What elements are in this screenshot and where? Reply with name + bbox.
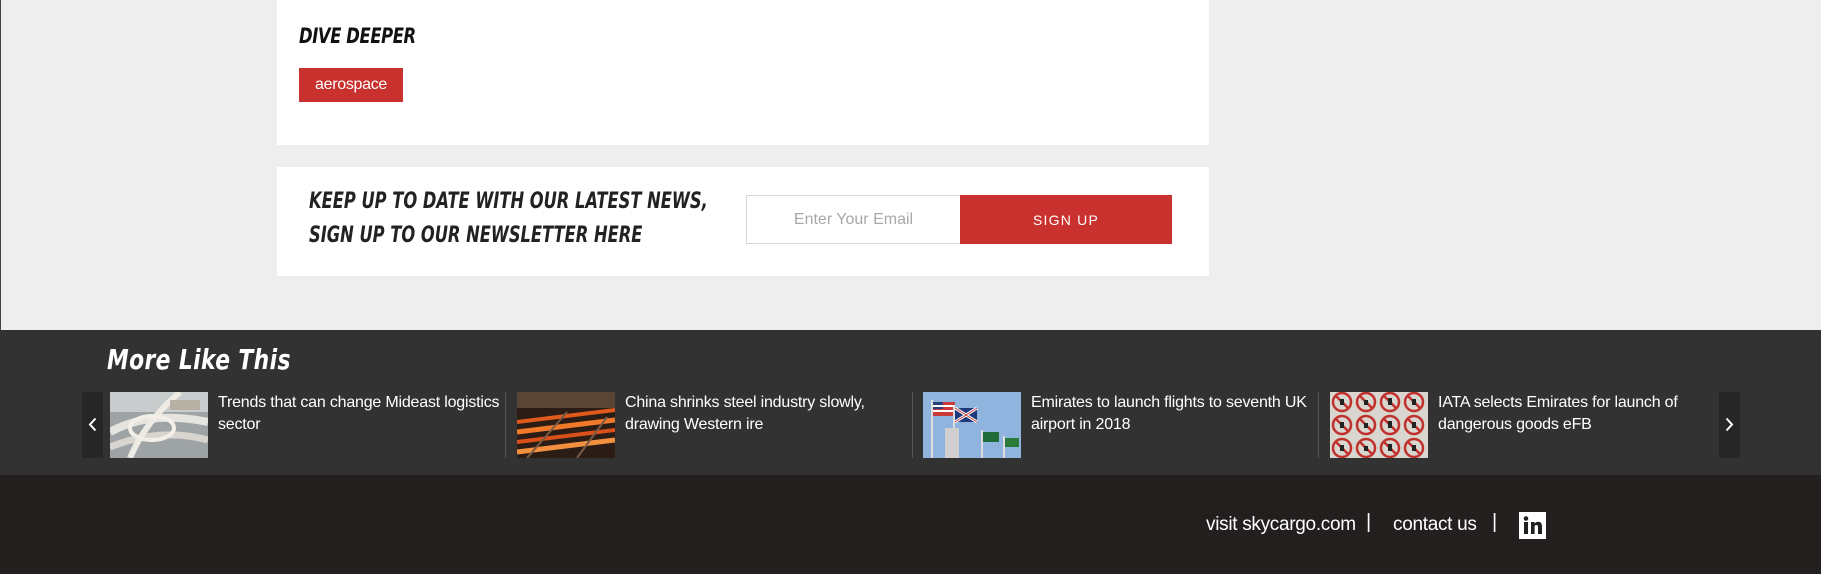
carousel-divider xyxy=(505,392,506,458)
dive-deeper-card: DIVE DEEPER aerospace xyxy=(277,0,1209,145)
chevron-left-icon xyxy=(88,417,97,432)
related-article-3[interactable]: Emirates to launch flights to seventh UK… xyxy=(923,392,1318,458)
contact-us-link[interactable]: contact us xyxy=(1393,514,1477,536)
chevron-right-icon xyxy=(1725,417,1734,432)
highway-interchange-image[interactable] xyxy=(110,392,208,458)
linkedin-icon[interactable] xyxy=(1519,512,1546,539)
tag-aerospace[interactable]: aerospace xyxy=(299,68,404,102)
newsletter-card: KEEP UP TO DATE WITH OUR LATEST NEWS, SI… xyxy=(277,167,1209,276)
newsletter-line-2: SIGN UP TO OUR NEWSLETTER HERE xyxy=(309,223,643,248)
carousel-prev-button[interactable] xyxy=(82,392,103,458)
related-article-4[interactable]: IATA selects Emirates for launch of dang… xyxy=(1330,392,1725,458)
newsletter-line-1: KEEP UP TO DATE WITH OUR LATEST NEWS, xyxy=(309,189,708,214)
newsletter-heading: KEEP UP TO DATE WITH OUR LATEST NEWS, SI… xyxy=(309,185,708,253)
related-article-3-title[interactable]: Emirates to launch flights to seventh UK… xyxy=(1031,392,1321,436)
steel-mill-image[interactable] xyxy=(517,392,615,458)
related-article-1[interactable]: Trends that can change Mideast logistics… xyxy=(110,392,505,458)
flags-image[interactable] xyxy=(923,392,1021,458)
related-article-4-title[interactable]: IATA selects Emirates for launch of dang… xyxy=(1438,392,1728,436)
related-article-1-title[interactable]: Trends that can change Mideast logistics… xyxy=(218,392,508,436)
carousel-divider xyxy=(912,392,913,458)
footer-separator: | xyxy=(1366,511,1372,533)
signup-button[interactable]: SIGN UP xyxy=(960,195,1172,244)
email-field[interactable] xyxy=(746,195,961,244)
site-footer: visit skycargo.com | contact us | xyxy=(0,475,1821,574)
footer-separator: | xyxy=(1492,511,1498,533)
more-like-this-strip: More Like This Trends that can change Mi… xyxy=(0,330,1821,475)
related-article-2[interactable]: China shrinks steel industry slowly, dra… xyxy=(517,392,912,458)
related-article-2-title[interactable]: China shrinks steel industry slowly, dra… xyxy=(625,392,915,436)
visit-skycargo-link[interactable]: visit skycargo.com xyxy=(1206,514,1356,536)
dive-deeper-heading: DIVE DEEPER xyxy=(299,24,416,48)
carousel-divider xyxy=(1318,392,1319,458)
dangerous-goods-symbols-image[interactable] xyxy=(1330,392,1428,458)
carousel-next-button[interactable] xyxy=(1719,392,1740,458)
more-like-this-heading: More Like This xyxy=(107,343,291,376)
